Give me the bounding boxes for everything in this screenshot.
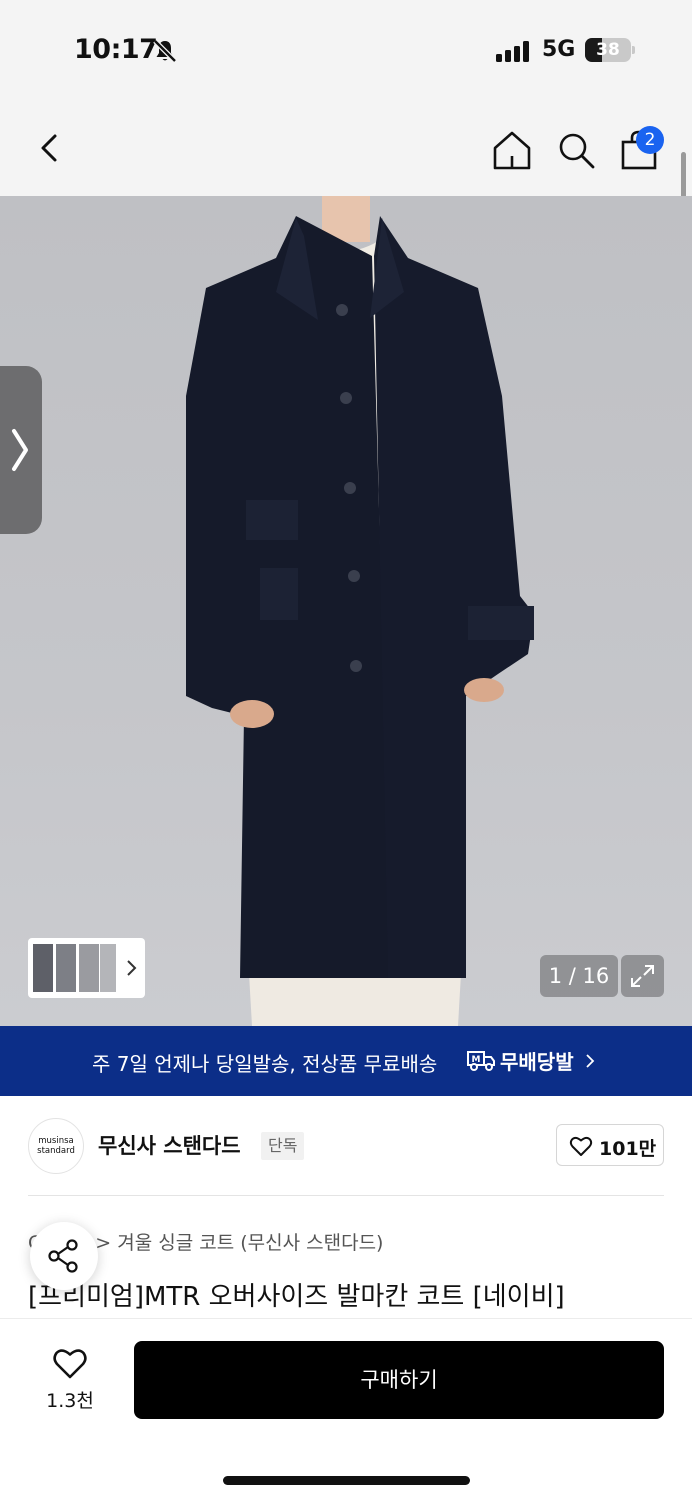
brand-logo[interactable]: musinsa standard	[28, 1118, 84, 1174]
heart-icon	[569, 1136, 593, 1156]
exclusive-badge: 단독	[261, 1132, 305, 1160]
product-title: [프리미엄]MTR 오버사이즈 발마칸 코트 [네이비]	[28, 1282, 565, 1312]
svg-text:M: M	[472, 1055, 481, 1065]
cart-badge: 2	[636, 126, 664, 154]
chevron-left-icon[interactable]	[30, 128, 70, 168]
heart-icon[interactable]	[52, 1346, 88, 1380]
battery-level: 38	[596, 40, 620, 60]
chevron-right-icon	[12, 429, 28, 471]
thumbnail-image[interactable]	[79, 944, 99, 992]
network-label: 5G	[542, 37, 576, 62]
breadcrumb-category: > 겨울 싱글 코트 (무신사 스탠다드)	[95, 1232, 384, 1254]
wish-count: 1.3천	[46, 1390, 94, 1412]
product-photo	[186, 196, 534, 1026]
shipping-banner[interactable]: 주 7일 언제나 당일발송, 전상품 무료배송 M 무배당발	[0, 1026, 692, 1096]
battery-icon: 38	[585, 38, 631, 62]
brand-logo-text: standard	[37, 1146, 75, 1156]
brand-like-button[interactable]: 101만	[556, 1124, 664, 1166]
divider	[28, 1195, 664, 1196]
brand-logo-text: musinsa	[38, 1136, 74, 1146]
banner-text: 주 7일 언제나 당일발송, 전상품 무료배송	[92, 1052, 438, 1076]
image-counter: 1 / 16	[540, 955, 618, 997]
share-button[interactable]	[30, 1222, 98, 1290]
expand-icon	[631, 965, 654, 987]
search-icon[interactable]	[554, 128, 598, 172]
home-icon[interactable]	[490, 128, 534, 172]
brand-like-count: 101만	[599, 1138, 657, 1160]
expand-button[interactable]	[621, 955, 664, 997]
chevron-right-icon	[586, 1054, 595, 1068]
delivery-truck-icon: M	[467, 1051, 495, 1071]
buy-button[interactable]: 구매하기	[134, 1341, 664, 1419]
thumbnail-image[interactable]	[33, 944, 53, 992]
product-image[interactable]	[0, 196, 692, 1026]
banner-brand: 무배당발	[500, 1050, 574, 1074]
chevron-right-icon[interactable]	[124, 958, 138, 978]
home-indicator	[223, 1476, 470, 1485]
bell-muted-icon	[153, 39, 177, 63]
signal-icon	[496, 40, 529, 62]
brand-name[interactable]: 무신사 스탠다드	[98, 1130, 241, 1160]
thumbnail-image[interactable]	[100, 944, 116, 992]
battery-tip	[632, 46, 635, 54]
share-icon	[48, 1239, 78, 1273]
thumbnail-image[interactable]	[56, 944, 76, 992]
status-time: 10:17	[74, 34, 158, 65]
